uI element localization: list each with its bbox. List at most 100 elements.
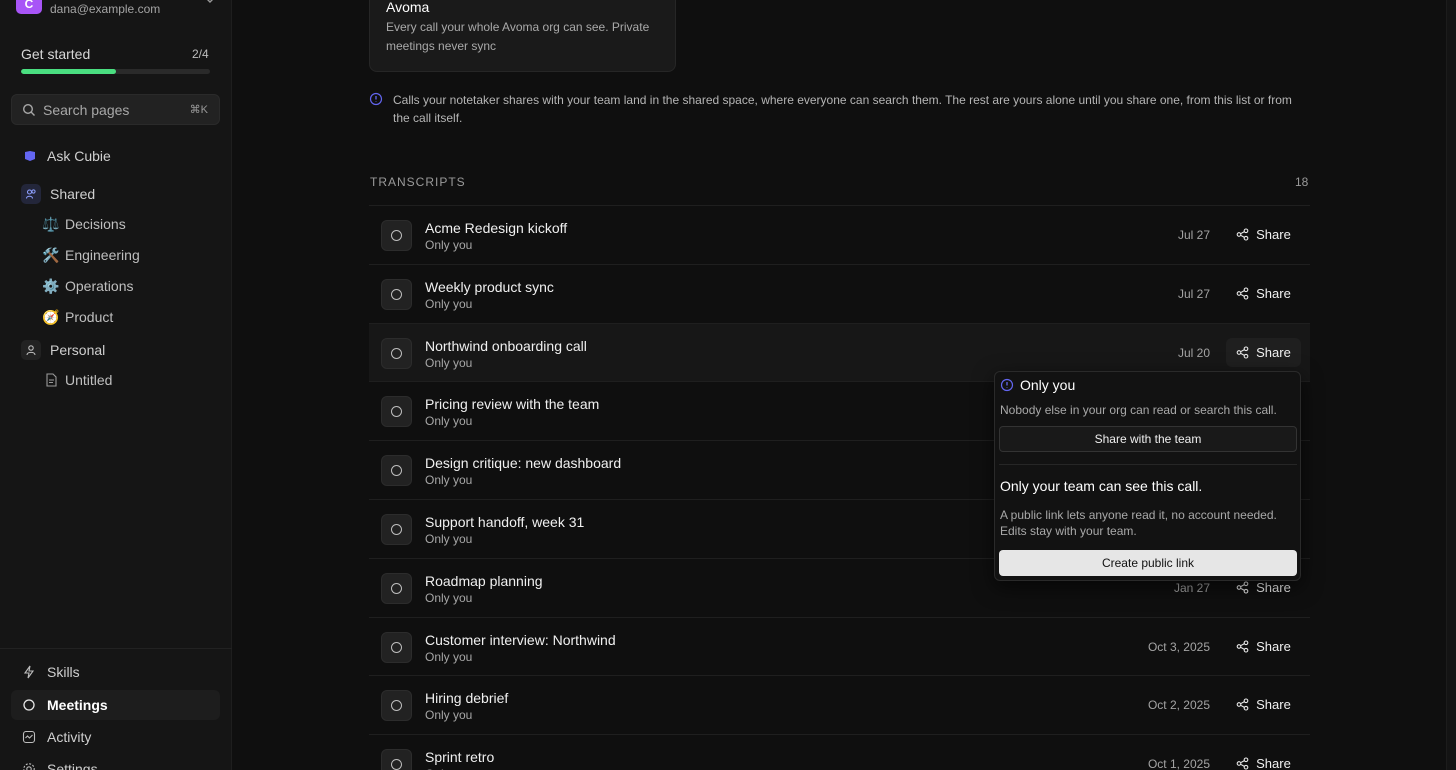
people-icon <box>21 184 41 204</box>
nav-label: Skills <box>47 664 80 680</box>
share-icon <box>1236 346 1249 359</box>
section-title: TRANSCRIPTS <box>370 175 466 189</box>
table-row[interactable]: Hiring debrief Only you Oct 2, 2025 Share <box>369 675 1310 734</box>
share-label: Share <box>1256 285 1291 301</box>
transcript-date: Jan 27 <box>1173 580 1210 595</box>
share-label: Share <box>1256 638 1291 654</box>
share-label: Share <box>1256 756 1291 770</box>
nav-label: Settings <box>47 761 98 770</box>
sidebar-item-label: Decisions <box>65 216 126 232</box>
nav-skills[interactable]: Skills <box>11 657 220 687</box>
circle-icon <box>21 697 37 713</box>
share-popover: Only you Nobody else in your org can rea… <box>994 371 1301 581</box>
info-icon <box>1000 378 1014 392</box>
row-checkbox[interactable] <box>381 513 412 545</box>
row-checkbox[interactable] <box>381 396 412 428</box>
circle-icon <box>391 465 402 477</box>
table-row[interactable]: Acme Redesign kickoff Only you Jul 27 Share <box>369 205 1310 264</box>
row-checkbox[interactable] <box>381 749 412 770</box>
popover-header: Only you <box>1000 377 1075 393</box>
sidebar-item-engineering[interactable]: 🛠️ Engineering <box>42 246 140 264</box>
section-count: 18 <box>1295 175 1309 189</box>
circle-icon <box>391 288 402 300</box>
transcript-visibility: Only you <box>425 708 473 723</box>
transcript-date: Jul 20 <box>1177 345 1210 360</box>
share-button[interactable]: Share <box>1226 337 1301 367</box>
share-with-team-button[interactable]: Share with the team <box>999 426 1297 452</box>
table-row[interactable]: Customer interview: Northwind Only you Oct… <box>369 616 1310 676</box>
nav-ask-cubie[interactable]: Ask Cubie <box>21 147 111 165</box>
circle-icon <box>391 347 402 359</box>
gear-icon <box>21 761 37 770</box>
transcript-name: Sprint retro <box>425 749 495 766</box>
sidebar-item-label: Engineering <box>65 247 140 263</box>
share-label: Share <box>1256 344 1291 360</box>
compass-icon: 🧭 <box>42 308 60 325</box>
popover-title: Only you <box>1020 377 1076 393</box>
card-description: Every call your whole Avoma org can see.… <box>386 20 650 53</box>
row-checkbox[interactable] <box>381 572 412 604</box>
account-email: dana@example.com <box>50 2 161 16</box>
transcript-visibility: Only you <box>425 355 473 370</box>
transcript-name: Design critique: new dashboard <box>425 455 622 472</box>
nav-activity[interactable]: Activity <box>11 722 220 752</box>
transcript-visibility: Only you <box>425 473 473 488</box>
transcript-visibility: Only you <box>425 590 473 605</box>
nav-personal[interactable]: Personal <box>21 340 105 360</box>
row-checkbox[interactable] <box>381 337 412 369</box>
nav-label: Shared <box>50 186 96 202</box>
search-shortcut: ⌘K <box>189 104 208 116</box>
table-row[interactable]: Sprint retroOnly youOct 1, 2025Share <box>369 734 1310 770</box>
chevron-down-icon <box>207 0 213 3</box>
row-checkbox[interactable] <box>381 278 412 310</box>
get-started-label[interactable]: Get started <box>21 46 90 62</box>
circle-icon <box>391 582 402 594</box>
row-checkbox[interactable] <box>381 220 412 251</box>
sidebar-divider <box>0 648 232 649</box>
nav-settings[interactable]: Settings <box>11 754 220 770</box>
get-started-progress <box>21 69 210 74</box>
scrollbar[interactable] <box>1446 0 1456 770</box>
search-icon <box>22 103 35 116</box>
share-label: Share <box>1256 227 1291 242</box>
share-icon <box>1236 581 1249 594</box>
nav-label: Meetings <box>47 697 108 713</box>
row-checkbox[interactable] <box>381 690 412 722</box>
popover-desc: Nobody else in your org can read or sear… <box>1000 403 1277 417</box>
nav-meetings[interactable]: Meetings <box>11 690 220 720</box>
share-label: Share <box>1256 697 1291 713</box>
share-button[interactable]: Share <box>1226 632 1301 661</box>
team-title: Only your team can see this call. <box>1000 478 1203 494</box>
transcript-date: Oct 1, 2025 <box>1147 757 1210 770</box>
account-switcher[interactable]: C dana@example.com <box>16 0 216 18</box>
popover-divider <box>999 464 1297 465</box>
card-title: Avoma <box>386 0 430 15</box>
transcript-name: Acme Redesign kickoff <box>425 220 568 236</box>
transcript-date: Jul 27 <box>1177 286 1210 301</box>
row-checkbox[interactable] <box>381 631 412 663</box>
search-input[interactable]: Search pages ⌘K <box>11 94 220 125</box>
table-row[interactable]: Weekly product sync Only you Jul 27 Share <box>369 263 1310 323</box>
sidebar-item-untitled[interactable]: Untitled <box>42 371 112 389</box>
transcript-name: Roadmap planning <box>425 572 543 589</box>
transcript-name: Customer interview: Northwind <box>425 631 616 648</box>
sidebar-item-operations[interactable]: ⚙️ Operations <box>42 277 133 295</box>
transcript-visibility: Only you <box>425 296 473 311</box>
transcript-name: Northwind onboarding call <box>425 337 587 354</box>
info-note-text: Calls your notetaker shares with your te… <box>393 93 1292 125</box>
share-button[interactable]: Share <box>1226 749 1301 770</box>
create-public-link-button[interactable]: Create public link <box>999 550 1297 576</box>
sidebar-item-label: Product <box>65 309 114 325</box>
circle-icon <box>391 700 402 712</box>
circle-icon <box>391 641 402 653</box>
circle-icon <box>391 759 402 770</box>
share-button[interactable]: Share <box>1226 690 1301 719</box>
sidebar-item-product[interactable]: 🧭 Product <box>42 308 113 326</box>
nav-shared[interactable]: Shared <box>21 184 95 204</box>
row-checkbox[interactable] <box>381 455 412 487</box>
transcript-date: Jul 27 <box>1177 228 1210 242</box>
share-button[interactable]: Share <box>1226 220 1301 249</box>
sidebar-item-decisions[interactable]: ⚖️ Decisions <box>42 215 126 233</box>
share-button[interactable]: Share <box>1226 279 1301 308</box>
integration-card-avoma[interactable]: Avoma Every call your whole Avoma org ca… <box>369 0 676 72</box>
